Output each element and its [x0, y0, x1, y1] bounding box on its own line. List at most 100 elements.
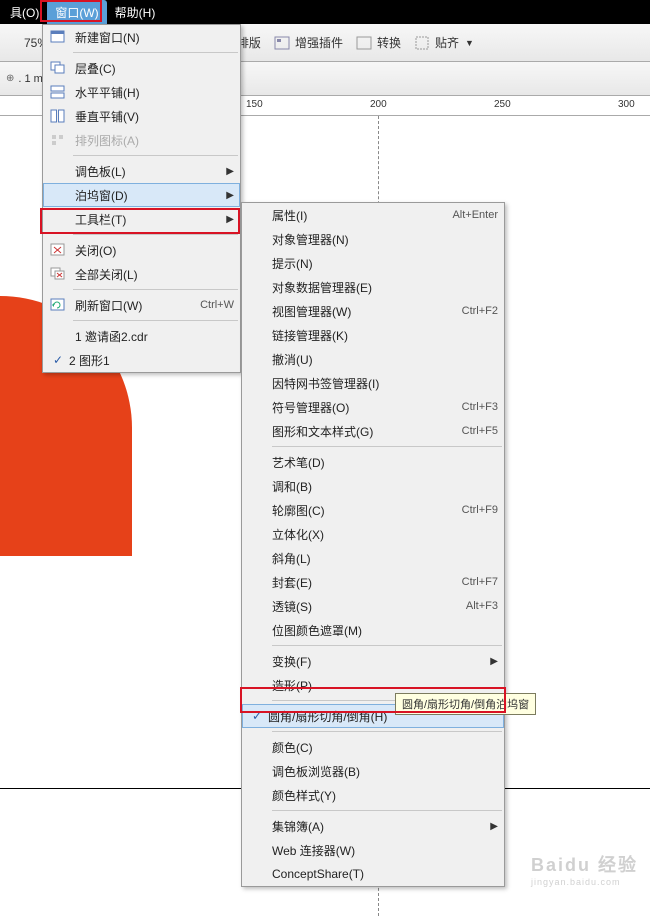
- menu-item[interactable]: 刷新窗口(W) Ctrl+W: [43, 293, 240, 317]
- submenu-arrow-icon: ▶: [226, 214, 234, 225]
- submenu-item-label: Web 连接器(W): [272, 842, 498, 859]
- ruler-tick: 200: [370, 99, 387, 110]
- menu-item-shortcut: Ctrl+W: [200, 299, 234, 311]
- submenu-item-label: 颜色样式(Y): [272, 787, 498, 804]
- submenu-item-label: 符号管理器(O): [272, 399, 454, 416]
- window-menu-dropdown: 新建窗口(N) 层叠(C) 水平平铺(H) 垂直平铺(V) 排列图标(A) 调色板(L)▶…: [42, 24, 241, 373]
- menu-item[interactable]: 1 邀请函2.cdr: [43, 324, 240, 348]
- blank-icon: [246, 477, 266, 495]
- submenu-item[interactable]: 调色板浏览器(B): [242, 759, 504, 783]
- menu-item[interactable]: 关闭(O): [43, 238, 240, 262]
- blank-icon: [47, 327, 69, 345]
- submenu-item[interactable]: 提示(N): [242, 251, 504, 275]
- menu-item-label: 2 图形1: [69, 352, 234, 369]
- blank-icon: [246, 525, 266, 543]
- submenu-item[interactable]: 位图颜色遮罩(M): [242, 618, 504, 642]
- submenu-arrow-icon: ▶: [490, 656, 498, 667]
- submenu-item[interactable]: 调和(B): [242, 474, 504, 498]
- blank-icon: [47, 186, 69, 204]
- submenu-item-label: 轮廓图(C): [272, 502, 454, 519]
- menu-item[interactable]: 全部关闭(L): [43, 262, 240, 286]
- submenu-item[interactable]: 视图管理器(W)Ctrl+F2: [242, 299, 504, 323]
- menu-item-label: 工具栏(T): [75, 211, 220, 228]
- submenu-item-label: 透镜(S): [272, 598, 458, 615]
- dockers-submenu: 属性(I)Alt+Enter对象管理器(N)提示(N) 对象数据管理器(E) 视图管…: [241, 202, 505, 887]
- submenu-item[interactable]: 立体化(X): [242, 522, 504, 546]
- submenu-item-label: 斜角(L): [272, 550, 498, 567]
- submenu-item[interactable]: 图形和文本样式(G)Ctrl+F5: [242, 419, 504, 443]
- submenu-item[interactable]: 撤消(U): [242, 347, 504, 371]
- cascade-icon: [47, 59, 69, 77]
- submenu-item[interactable]: 链接管理器(K): [242, 323, 504, 347]
- blank-icon: [246, 652, 266, 670]
- blank-icon: [246, 597, 266, 615]
- submenu-item-label: 集锦簿(A): [272, 818, 484, 835]
- check-icon: ✓: [47, 353, 69, 367]
- submenu-item[interactable]: 因特网书签管理器(I): [242, 371, 504, 395]
- submenu-item-shortcut: Ctrl+F3: [462, 401, 498, 413]
- arrange-icon: [47, 131, 69, 149]
- toolbar-enhance-plugin[interactable]: 增强插件: [269, 32, 347, 54]
- tile-h-icon: [47, 83, 69, 101]
- submenu-item-label: 链接管理器(K): [272, 327, 498, 344]
- submenu-item-label: 撤消(U): [272, 351, 498, 368]
- submenu-item[interactable]: 斜角(L): [242, 546, 504, 570]
- blank-icon: [246, 549, 266, 567]
- submenu-item-label: 位图颜色遮罩(M): [272, 622, 498, 639]
- menu-item-label: 垂直平铺(V): [75, 108, 234, 125]
- submenu-item-label: 艺术笔(D): [272, 454, 498, 471]
- submenu-item[interactable]: 艺术笔(D): [242, 450, 504, 474]
- menu-item[interactable]: 排列图标(A): [43, 128, 240, 152]
- submenu-item[interactable]: 对象数据管理器(E): [242, 275, 504, 299]
- menu-item[interactable]: 泊坞窗(D)▶: [43, 183, 240, 207]
- tile-v-icon: [47, 107, 69, 125]
- submenu-item-label: 调和(B): [272, 478, 498, 495]
- submenu-item[interactable]: 轮廓图(C)Ctrl+F9: [242, 498, 504, 522]
- blank-icon: [246, 817, 266, 835]
- submenu-item[interactable]: 符号管理器(O) Ctrl+F3: [242, 395, 504, 419]
- blank-icon: [47, 210, 69, 228]
- blank-icon: [246, 501, 266, 519]
- submenu-item-label: 封套(E): [272, 574, 454, 591]
- ruler-tick: 250: [494, 99, 511, 110]
- menu-item[interactable]: 垂直平铺(V): [43, 104, 240, 128]
- menu-tools[interactable]: 具(O): [2, 0, 47, 25]
- menu-window[interactable]: 窗口(W): [47, 0, 106, 25]
- submenu-item[interactable]: 透镜(S)Alt+F3: [242, 594, 504, 618]
- submenu-item[interactable]: 变换(F)▶: [242, 649, 504, 673]
- blank-icon: [246, 573, 266, 591]
- submenu-item[interactable]: Web 连接器(W): [242, 838, 504, 862]
- submenu-item-shortcut: Ctrl+F7: [462, 576, 498, 588]
- menu-item[interactable]: 层叠(C): [43, 56, 240, 80]
- submenu-item-label: 因特网书签管理器(I): [272, 375, 498, 392]
- toolbar-convert[interactable]: 转换: [351, 32, 405, 54]
- submenu-item-label: 对象数据管理器(E): [272, 279, 498, 296]
- submenu-item[interactable]: 颜色样式(Y): [242, 783, 504, 807]
- menu-item[interactable]: 工具栏(T) ▶: [43, 207, 240, 231]
- submenu-item[interactable]: 对象管理器(N): [242, 227, 504, 251]
- submenu-item[interactable]: 属性(I)Alt+Enter: [242, 203, 504, 227]
- menu-item-label: 刷新窗口(W): [75, 297, 192, 314]
- submenu-item[interactable]: ConceptShare(T): [242, 862, 504, 886]
- check-icon: ✓: [246, 709, 268, 723]
- close-icon: [47, 241, 69, 259]
- menu-help[interactable]: 帮助(H): [107, 0, 164, 25]
- menu-item[interactable]: 新建窗口(N): [43, 25, 240, 49]
- submenu-item-label: 立体化(X): [272, 526, 498, 543]
- blank-icon: [246, 865, 266, 883]
- menu-item[interactable]: 调色板(L)▶: [43, 159, 240, 183]
- blank-icon: [246, 738, 266, 756]
- submenu-item[interactable]: 封套(E) Ctrl+F7: [242, 570, 504, 594]
- blank-icon: [246, 762, 266, 780]
- submenu-item[interactable]: 集锦簿(A)▶: [242, 814, 504, 838]
- menu-item-label: 1 邀请函2.cdr: [75, 328, 234, 345]
- menu-item-label: 水平平铺(H): [75, 84, 234, 101]
- menu-item[interactable]: 水平平铺(H): [43, 80, 240, 104]
- submenu-item-shortcut: Ctrl+F5: [462, 425, 498, 437]
- menu-item-label: 泊坞窗(D): [75, 187, 220, 204]
- submenu-item[interactable]: 颜色(C): [242, 735, 504, 759]
- toolbar-snap[interactable]: 贴齐▼: [409, 32, 478, 54]
- menu-item-label: 层叠(C): [75, 60, 234, 77]
- blank-icon: [246, 374, 266, 392]
- menu-item[interactable]: ✓2 图形1: [43, 348, 240, 372]
